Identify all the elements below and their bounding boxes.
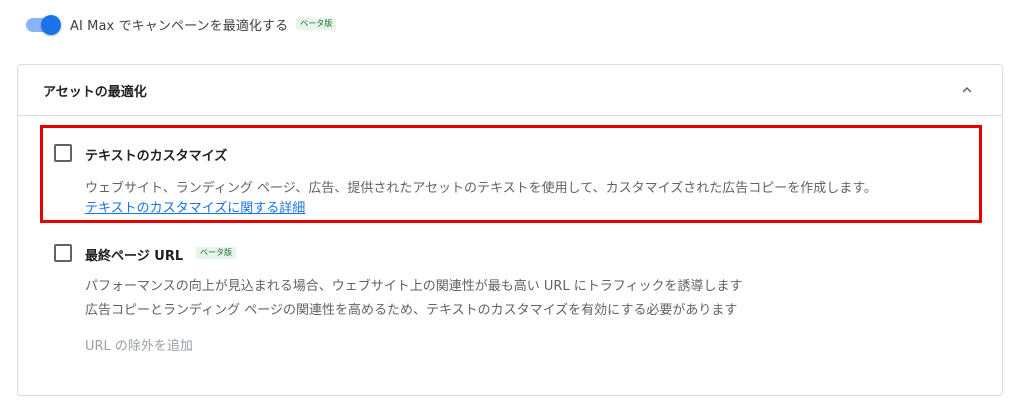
ai-max-row: AI Max でキャンペーンを最適化する ベータ版 bbox=[22, 12, 337, 36]
ai-max-label: AI Max でキャンペーンを最適化する bbox=[70, 18, 289, 34]
chevron-up-icon[interactable] bbox=[958, 81, 976, 99]
toggle-thumb bbox=[41, 15, 61, 35]
final-url-checkbox[interactable] bbox=[54, 244, 72, 262]
text-customization-checkbox[interactable] bbox=[54, 144, 72, 162]
card-header[interactable]: アセットの最適化 bbox=[18, 65, 1002, 116]
add-url-exclusion-link[interactable]: URL の除外を追加 bbox=[85, 335, 193, 354]
final-url-title: 最終ページ URL bbox=[85, 249, 184, 264]
text-customization-details-link[interactable]: テキストのカスタマイズに関する詳細 bbox=[85, 197, 305, 216]
beta-badge: ベータ版 bbox=[296, 18, 337, 30]
final-url-description-2: 広告コピーとランディング ページの関連性を高めるため、テキストのカスタマイズを有… bbox=[85, 303, 738, 318]
final-url-beta-badge: ベータ版 bbox=[196, 247, 236, 259]
final-url-description-1: パフォーマンスの向上が見込まれる場合、ウェブサイト上の関連性が最も高い URL … bbox=[85, 279, 743, 294]
asset-optimization-card: アセットの最適化 テキストのカスタマイズ ウェブサイト、ランディング ページ、広… bbox=[17, 64, 1003, 396]
text-customization-title: テキストのカスタマイズ bbox=[85, 149, 228, 164]
text-customization-description: ウェブサイト、ランディング ページ、広告、提供されたアセットのテキストを使用して… bbox=[85, 181, 877, 196]
card-title: アセットの最適化 bbox=[43, 84, 147, 100]
ai-max-toggle[interactable] bbox=[22, 14, 61, 35]
